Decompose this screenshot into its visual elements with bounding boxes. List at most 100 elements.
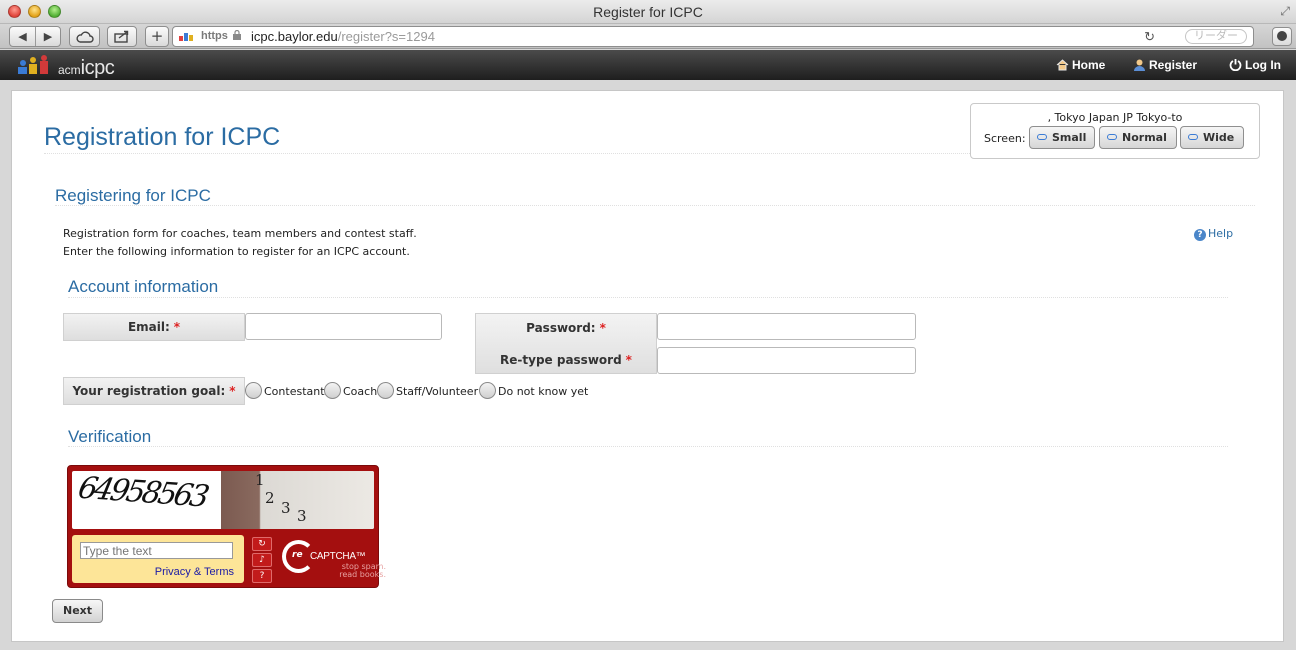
window-titlebar: Register for ICPC ⤢ [0,0,1296,24]
address-bar[interactable]: https icpc.baylor.edu/register?s=1294 ↻ … [172,26,1254,47]
back-icon[interactable]: ◀ [10,27,35,46]
retype-password-field[interactable] [657,347,916,374]
recaptcha-logo: re CAPTCHA™ stop spam. read books. [282,540,386,584]
page-title: Registration for ICPC [44,123,281,151]
logo-figures-icon [18,55,48,74]
recaptcha-tagline: stop spam. read books. [339,562,386,579]
goal-contestant-label[interactable]: Contestant [264,385,325,398]
recaptcha-re-text: re [292,550,303,560]
email-required-mark: * [173,320,181,334]
back-forward-control: ◀ ▶ [9,26,61,47]
browser-toolbar: ◀ ▶ + https icpc.baylor.edu/register?s=12… [0,24,1296,49]
url-path: /register?s=1294 [337,29,435,44]
nav-login-label: Log In [1245,58,1281,72]
reader-button[interactable]: リーダー [1185,29,1247,44]
user-icon [1133,59,1146,74]
nav-home-link[interactable]: Home [1056,58,1105,74]
captcha-photo-digit: 3 [281,499,291,517]
screen-small-label: Small [1052,131,1087,144]
account-divider [68,297,1228,298]
intro-line-2: Enter the following information to regis… [63,245,410,258]
nav-login-link[interactable]: Log In [1229,58,1281,74]
section-divider [55,205,1255,206]
audio-captcha-icon[interactable]: ♪ [252,553,272,567]
acm-icpc-logo[interactable]: acmicpc [16,55,136,79]
reload-icon[interactable]: ↻ [1144,27,1155,46]
screen-wide-label: Wide [1203,131,1235,144]
email-label: Email: * [63,313,245,341]
captcha-photo-digit: 1 [255,471,265,489]
help-link[interactable]: ? Help [1194,227,1233,241]
share-icon [114,30,129,43]
screen-wide-icon [1188,134,1198,140]
goal-coach-radio[interactable] [324,382,341,399]
page-content: Registration for ICPC , Tokyo Japan JP T… [11,90,1284,642]
window-title: Register for ICPC [593,4,703,20]
captcha-image: 64958563 1 2 3 3 [72,471,374,529]
logo-acm-text: acm [58,63,81,77]
recaptcha-widget: 64958563 1 2 3 3 Privacy & Terms ↻ ♪ ? r… [67,465,386,588]
goal-required-mark: * [229,384,236,398]
goal-staff-label[interactable]: Staff/Volunteer [396,385,478,398]
screen-label: Screen: [984,132,1026,145]
retype-password-label: Re-type password * [476,353,656,367]
retype-required-mark: * [625,353,632,367]
refresh-captcha-icon[interactable]: ↻ [252,537,272,551]
next-button[interactable]: Next [52,599,103,623]
registration-goal-label: Your registration goal: * [63,377,245,405]
password-field[interactable] [657,313,916,340]
screen-normal-icon [1107,134,1117,140]
section-title: Registering for ICPC [55,186,211,205]
location-text: , Tokyo Japan JP Tokyo-to [1047,111,1183,124]
captcha-word: 64958563 [75,471,210,515]
https-label: https [201,30,228,42]
password-label-text: Password: [526,321,596,335]
screen-normal-button[interactable]: Normal [1099,126,1177,149]
nav-home-label: Home [1072,58,1106,72]
cloud-icon [75,31,94,43]
screen-size-panel: , Tokyo Japan JP Tokyo-to Screen: Small … [970,103,1260,159]
password-label: Password: * [476,321,656,335]
downloads-icon[interactable] [1272,27,1292,46]
goal-unknown-radio[interactable] [479,382,496,399]
captcha-input-area: Privacy & Terms [72,535,244,583]
captcha-photo-digit: 3 [297,507,307,525]
url-host: icpc.baylor.edu [251,29,338,44]
goal-label-text: Your registration goal: [72,384,226,398]
help-label: Help [1208,227,1234,240]
site-navbar: acmicpc Home Register Log In [0,50,1296,80]
password-required-mark: * [599,321,606,335]
goal-staff-radio[interactable] [377,382,394,399]
screen-small-icon [1037,134,1047,140]
verification-divider [68,446,1228,447]
captcha-help-icon[interactable]: ? [252,569,272,583]
captcha-photo: 1 2 3 3 [221,471,374,529]
goal-unknown-label[interactable]: Do not know yet [498,385,588,398]
screen-wide-button[interactable]: Wide [1180,126,1244,149]
recaptcha-brand: CAPTCHA™ [310,551,366,562]
nav-register-link[interactable]: Register [1133,58,1197,74]
retype-label-text: Re-type password [500,353,622,367]
password-label-group: Password: * Re-type password * [475,313,657,374]
forward-icon[interactable]: ▶ [35,27,60,46]
verification-title: Verification [68,427,152,446]
screen-small-button[interactable]: Small [1029,126,1095,149]
plus-icon: + [150,27,164,45]
email-label-text: Email: [127,320,170,334]
help-icon: ? [1194,229,1206,241]
power-icon [1229,58,1242,74]
fullscreen-icon[interactable]: ⤢ [1280,4,1290,19]
account-info-title: Account information [68,277,219,296]
add-bookmark-button[interactable]: + [145,26,169,47]
logo-icpc-text: icpc [80,57,115,79]
captcha-input[interactable] [80,542,233,559]
privacy-terms-link[interactable]: Privacy & Terms [155,566,234,578]
nav-register-label: Register [1149,58,1198,72]
lock-icon [233,30,241,40]
email-field[interactable] [245,313,442,340]
icloud-tabs-button[interactable] [69,26,100,47]
share-button[interactable] [107,26,137,47]
goal-contestant-radio[interactable] [245,382,262,399]
goal-coach-label[interactable]: Coach [343,385,377,398]
url-text: icpc.baylor.edu/register?s=1294 [251,27,435,46]
